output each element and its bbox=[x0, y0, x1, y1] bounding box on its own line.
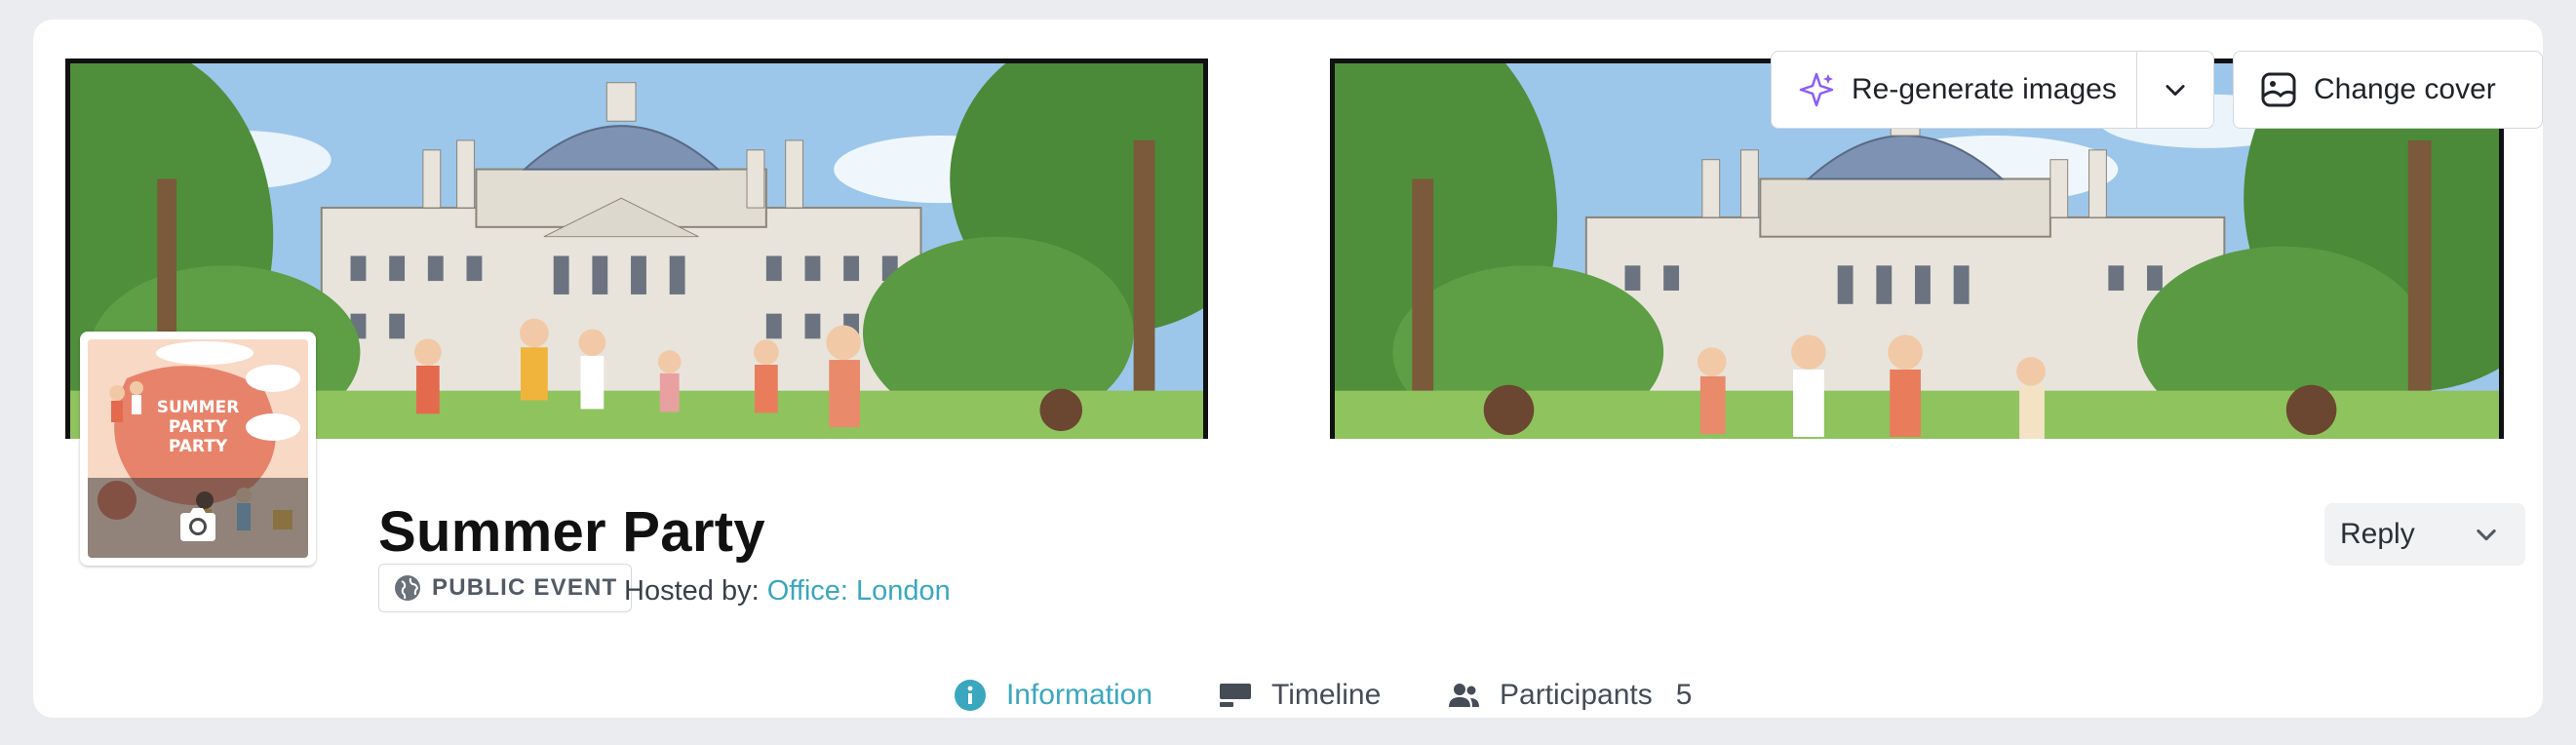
visibility-label: PUBLIC EVENT bbox=[432, 574, 618, 601]
visibility-badge: PUBLIC EVENT bbox=[378, 564, 633, 612]
event-tabs: Information Timeline Participants 5 bbox=[33, 653, 2543, 718]
hosted-by-label: Hosted by: bbox=[624, 575, 760, 607]
regenerate-images-button[interactable]: Re-generate images bbox=[1771, 51, 2137, 129]
poster-title: SUMMER PARTY PARTY bbox=[156, 398, 240, 456]
change-cover-button[interactable]: Change cover bbox=[2233, 51, 2543, 129]
participants-count: 5 bbox=[1675, 679, 1693, 711]
tab-timeline[interactable]: Timeline bbox=[1219, 653, 1381, 718]
chevron-down-icon bbox=[2166, 85, 2185, 97]
chevron-down-icon bbox=[2477, 529, 2496, 541]
image-icon bbox=[2261, 72, 2296, 107]
people-icon bbox=[1449, 684, 1479, 707]
timeline-icon bbox=[1220, 684, 1251, 707]
tab-participants[interactable]: Participants 5 bbox=[1447, 653, 1692, 718]
tab-timeline-label: Timeline bbox=[1271, 679, 1382, 711]
regenerate-options-button[interactable] bbox=[2136, 51, 2214, 129]
event-thumbnail[interactable]: SUMMER PARTY PARTY bbox=[80, 332, 316, 566]
camera-icon[interactable] bbox=[176, 505, 219, 544]
host-link[interactable]: Office: London bbox=[767, 575, 951, 607]
event-card: Re-generate images Change cover SUMMER P… bbox=[33, 20, 2543, 718]
tab-information[interactable]: Information bbox=[919, 653, 1187, 718]
globe-icon bbox=[395, 575, 420, 601]
sparkle-icon bbox=[1799, 72, 1834, 107]
info-icon bbox=[954, 680, 986, 711]
tab-information-label: Information bbox=[1005, 679, 1153, 711]
reply-dropdown[interactable]: Reply bbox=[2324, 503, 2525, 566]
regenerate-images-label: Re-generate images bbox=[1852, 73, 2117, 105]
reply-label: Reply bbox=[2340, 518, 2415, 550]
event-title: Summer Party bbox=[378, 500, 765, 564]
tab-participants-label: Participants bbox=[1500, 679, 1653, 711]
hosted-by: Hosted by: Office: London bbox=[624, 575, 951, 608]
change-cover-label: Change cover bbox=[2314, 73, 2496, 105]
